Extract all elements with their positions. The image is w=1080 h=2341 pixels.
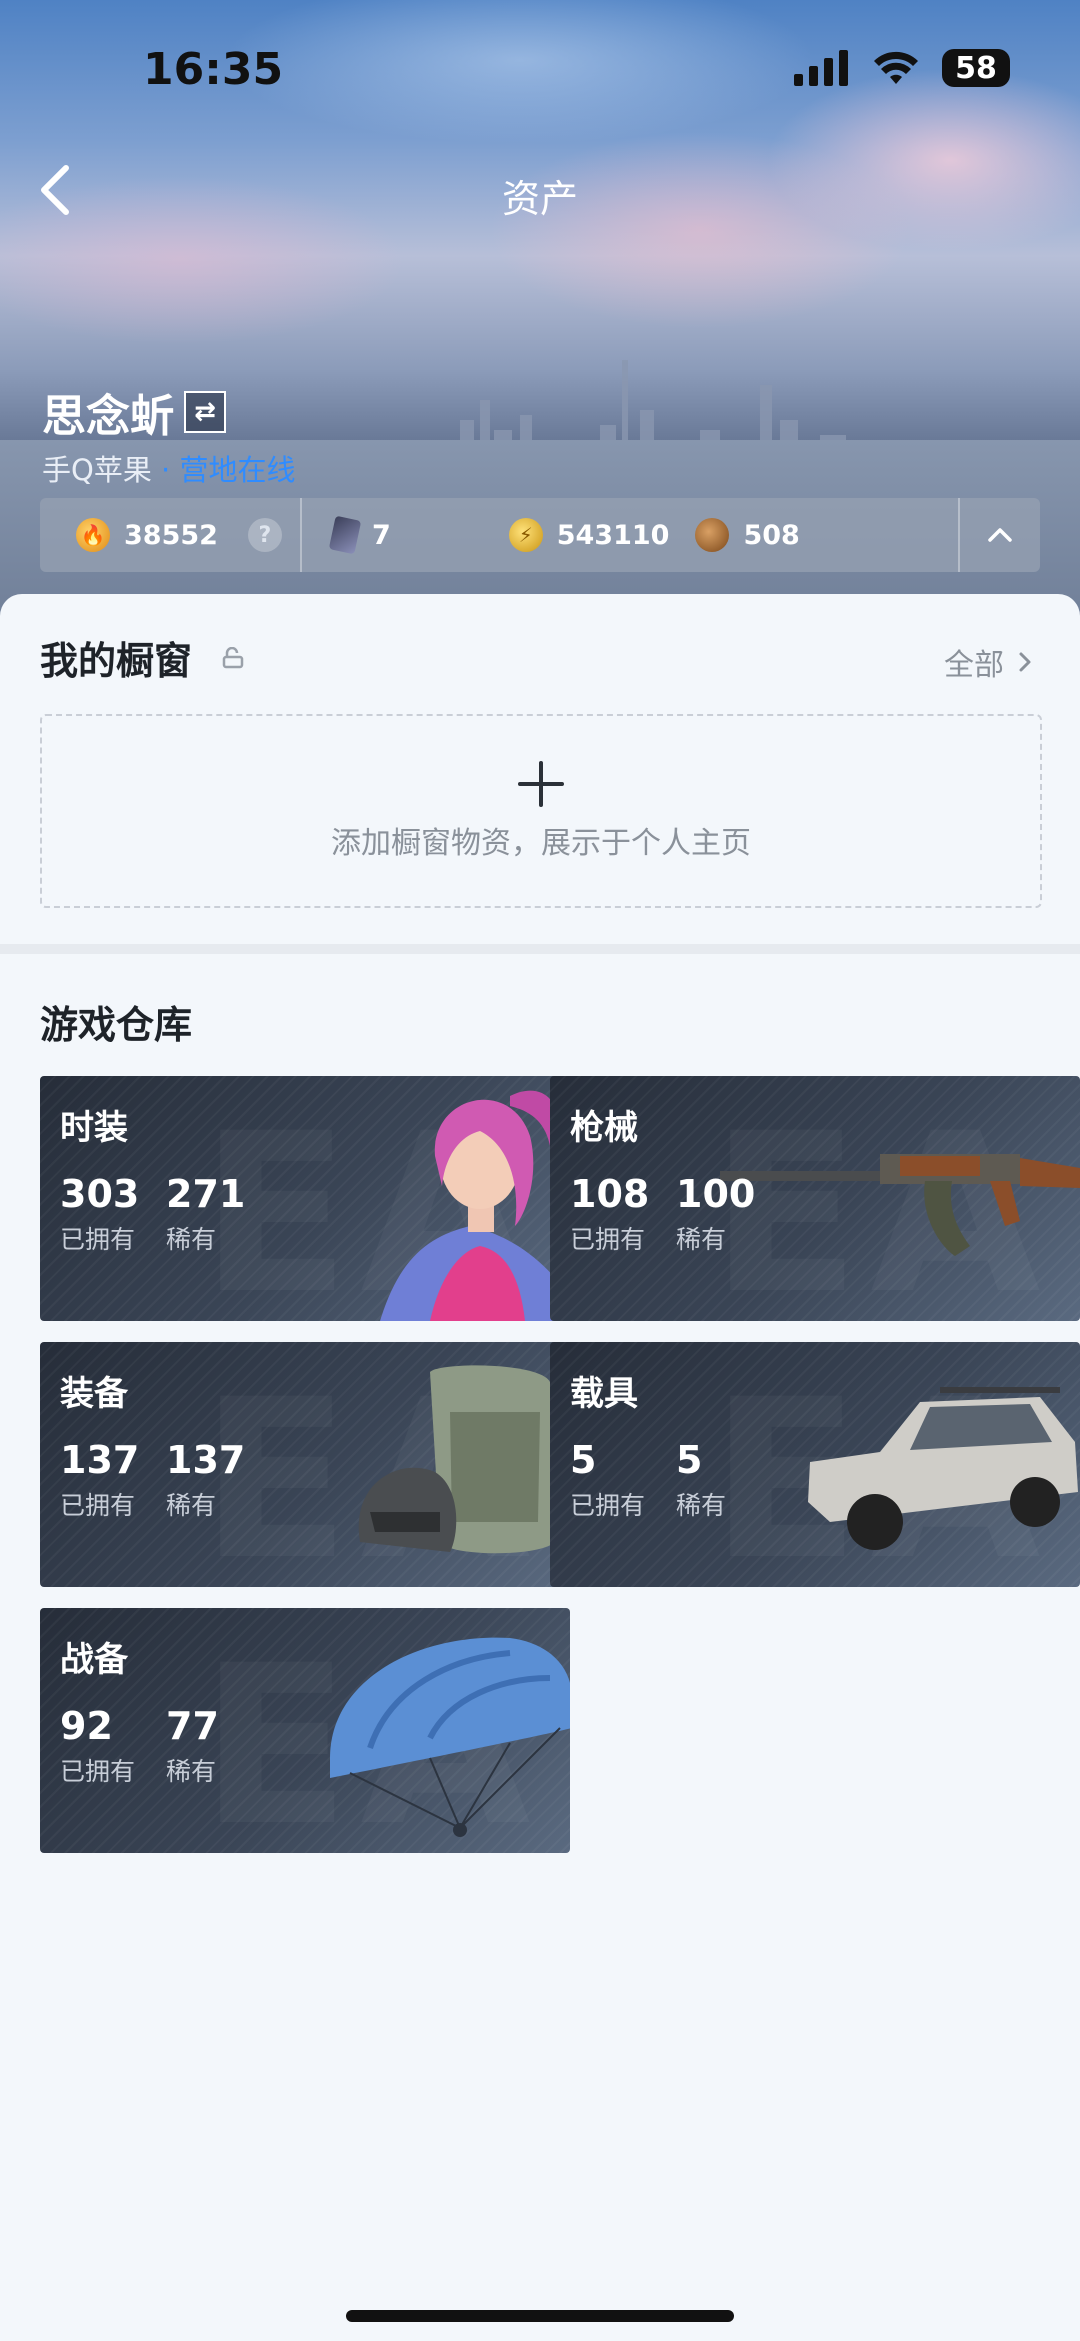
- rare-count: 77: [166, 1704, 219, 1748]
- card-title: 时装: [60, 1108, 128, 1148]
- currency-value: 7: [371, 519, 391, 551]
- help-icon[interactable]: ?: [247, 518, 282, 552]
- warehouse-title: 游戏仓库: [40, 1003, 193, 1047]
- rare-stat: 5 稀有: [676, 1440, 726, 1522]
- rare-label: 稀有: [166, 1225, 217, 1254]
- status-icons: 58: [794, 48, 1010, 88]
- category-card-vehicles[interactable]: EA 载具 5 已拥有 5 稀有: [550, 1342, 1080, 1587]
- rifle-image: [720, 1154, 1080, 1256]
- showcase-empty-text: 添加橱窗物资，展示于个人主页: [331, 826, 751, 861]
- card-title: 装备: [60, 1374, 128, 1414]
- wifi-icon: [874, 51, 918, 84]
- helmet-backpack-image: [358, 1365, 555, 1554]
- currency-value: 38552: [124, 519, 218, 551]
- character-skin-image: [380, 1090, 570, 1321]
- see-all-link[interactable]: 全部: [944, 640, 1032, 684]
- warehouse-header: 游戏仓库: [40, 994, 192, 1049]
- currency-bronze[interactable]: 508: [695, 518, 800, 552]
- owned-stat: 5 已拥有: [570, 1440, 645, 1522]
- owned-label: 已拥有: [570, 1491, 646, 1520]
- category-card-weapons[interactable]: EA 枪械 108 已拥有 100 稀有: [550, 1076, 1080, 1321]
- showcase-header: 我的橱窗: [40, 630, 244, 685]
- category-card-equipment[interactable]: EA 装备 137 已拥有 137 稀有: [40, 1342, 570, 1587]
- owned-stat: 108 已拥有: [570, 1174, 649, 1256]
- owned-label: 已拥有: [60, 1225, 136, 1254]
- currency-value: 543110: [556, 519, 670, 551]
- bronze-coin-icon: [695, 518, 730, 552]
- owned-label: 已拥有: [60, 1491, 136, 1520]
- rare-label: 稀有: [676, 1491, 727, 1520]
- rare-label: 稀有: [676, 1225, 727, 1254]
- rare-count: 137: [166, 1438, 246, 1482]
- rare-stat: 137 稀有: [166, 1440, 245, 1522]
- content-sheet: 我的橱窗 全部 添加橱窗物资，展示于个人主页 游戏仓库 EA 时装: [0, 594, 1080, 2341]
- status-time: 16:35: [143, 44, 284, 95]
- car-image: [808, 1387, 1078, 1550]
- currency-gold[interactable]: ⚡ 543110: [508, 518, 670, 552]
- owned-stat: 137 已拥有: [60, 1440, 139, 1522]
- rare-stat: 271 稀有: [166, 1174, 245, 1256]
- category-card-supplies[interactable]: EA 战备 92 已拥有 77 稀有: [40, 1608, 570, 1853]
- owned-count: 303: [60, 1172, 140, 1216]
- rare-count: 271: [166, 1172, 246, 1216]
- user-subtitle: 手Q苹果 · 营地在线: [42, 447, 296, 489]
- add-showcase-button[interactable]: 添加橱窗物资，展示于个人主页: [40, 714, 1042, 908]
- card-title: 载具: [570, 1374, 638, 1414]
- currency-card[interactable]: 7: [328, 515, 391, 555]
- rare-count: 100: [676, 1172, 756, 1216]
- chevron-right-icon: [1019, 652, 1031, 672]
- home-indicator[interactable]: [346, 2310, 734, 2322]
- currency-bar: 🔥 38552 ? 7 ⚡ 543110 508: [40, 498, 1040, 572]
- owned-stat: 92 已拥有: [60, 1706, 135, 1788]
- rare-stat: 77 稀有: [166, 1706, 219, 1788]
- page-title: 资产: [501, 177, 578, 221]
- see-all-label: 全部: [944, 648, 1004, 683]
- online-separator: ·: [151, 453, 180, 487]
- owned-count: 108: [570, 1172, 650, 1216]
- rare-stat: 100 稀有: [676, 1174, 755, 1256]
- currency-value: 508: [743, 519, 800, 551]
- category-card-skins[interactable]: EA 时装 303 已拥有 271 稀有: [40, 1076, 570, 1321]
- currency-divider: [299, 498, 302, 572]
- platform-label: 手Q苹果: [42, 453, 152, 487]
- owned-count: 137: [60, 1438, 140, 1482]
- card-title: 枪械: [570, 1108, 638, 1148]
- owned-label: 已拥有: [570, 1225, 646, 1254]
- rare-label: 稀有: [166, 1757, 217, 1786]
- rare-label: 稀有: [166, 1491, 217, 1520]
- parachute-image: [330, 1637, 570, 1837]
- chevron-up-icon: [988, 528, 1012, 542]
- unlock-icon[interactable]: [222, 646, 244, 669]
- flame-coin-icon: 🔥: [76, 518, 110, 552]
- user-name: 思念蚚: [42, 391, 174, 442]
- showcase-title: 我的橱窗: [40, 639, 193, 683]
- card-title: 战备: [60, 1640, 128, 1680]
- battery-icon: 58: [942, 49, 1010, 87]
- card-icon: [328, 515, 362, 555]
- plus-icon: [518, 761, 564, 807]
- owned-stat: 303 已拥有: [60, 1174, 139, 1256]
- owned-label: 已拥有: [60, 1757, 136, 1786]
- rare-count: 5: [676, 1438, 703, 1482]
- switch-account-icon[interactable]: ⇄: [184, 391, 226, 433]
- user-name-row: 思念蚚 ⇄: [42, 380, 226, 444]
- gold-coin-icon: ⚡: [508, 518, 543, 552]
- owned-count: 5: [570, 1438, 597, 1482]
- online-status: 营地在线: [179, 453, 296, 487]
- signal-icon: [794, 50, 848, 86]
- currency-flame[interactable]: 🔥 38552 ?: [76, 518, 282, 552]
- section-divider: [0, 944, 1080, 954]
- owned-count: 92: [60, 1704, 113, 1748]
- expand-button[interactable]: [958, 498, 1040, 572]
